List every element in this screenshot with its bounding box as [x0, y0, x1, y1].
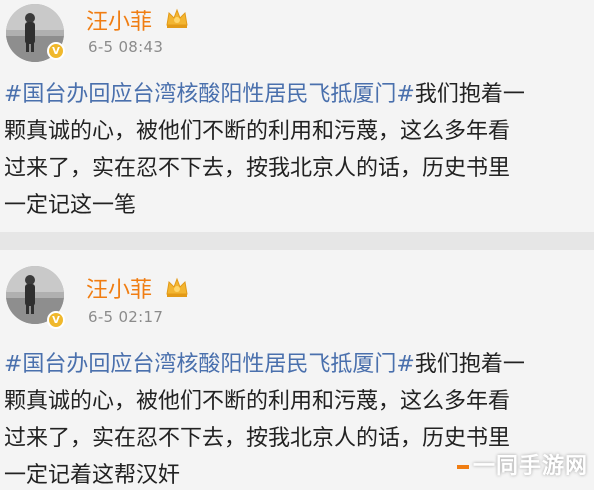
verified-badge-icon: V — [47, 42, 65, 60]
post-line: #国台办回应台湾核酸阳性居民飞抵厦门#我们抱着一 — [4, 76, 592, 113]
post-line: 过来了，实在忍不下去，按我北京人的话，历史书里 — [4, 156, 511, 181]
post-divider — [0, 232, 594, 250]
vip-crown-icon — [166, 8, 188, 28]
post-body: #国台办回应台湾核酸阳性居民飞抵厦门#我们抱着一 颗真诚的心，被他们不断的利用和… — [4, 76, 592, 224]
username[interactable]: 汪小菲 — [86, 4, 152, 36]
watermark-bar-icon — [456, 465, 469, 469]
hashtag-link[interactable]: #国台办回应台湾核酸阳性居民飞抵厦门# — [4, 82, 415, 107]
post-timestamp: 6-5 08:43 — [88, 38, 164, 56]
post-line: 一定记这一笔 — [4, 193, 137, 218]
avatar-photo-icon — [6, 266, 64, 324]
screenshot-page: V 汪小菲 6-5 08:43 #国台办回应台湾核酸阳性居民飞抵厦门#我们抱着一… — [0, 0, 594, 490]
site-watermark: 一同手游网 — [456, 448, 588, 480]
weibo-post: V 汪小菲 6-5 08:43 #国台办回应台湾核酸阳性居民飞抵厦门#我们抱着一… — [0, 0, 594, 232]
post-text: 我们抱着一 — [414, 82, 525, 107]
post-line: 颗真诚的心，被他们不断的利用和污蔑，这么多年看 — [4, 119, 511, 144]
avatar[interactable] — [6, 266, 64, 324]
watermark-text: 一同手游网 — [472, 454, 588, 479]
